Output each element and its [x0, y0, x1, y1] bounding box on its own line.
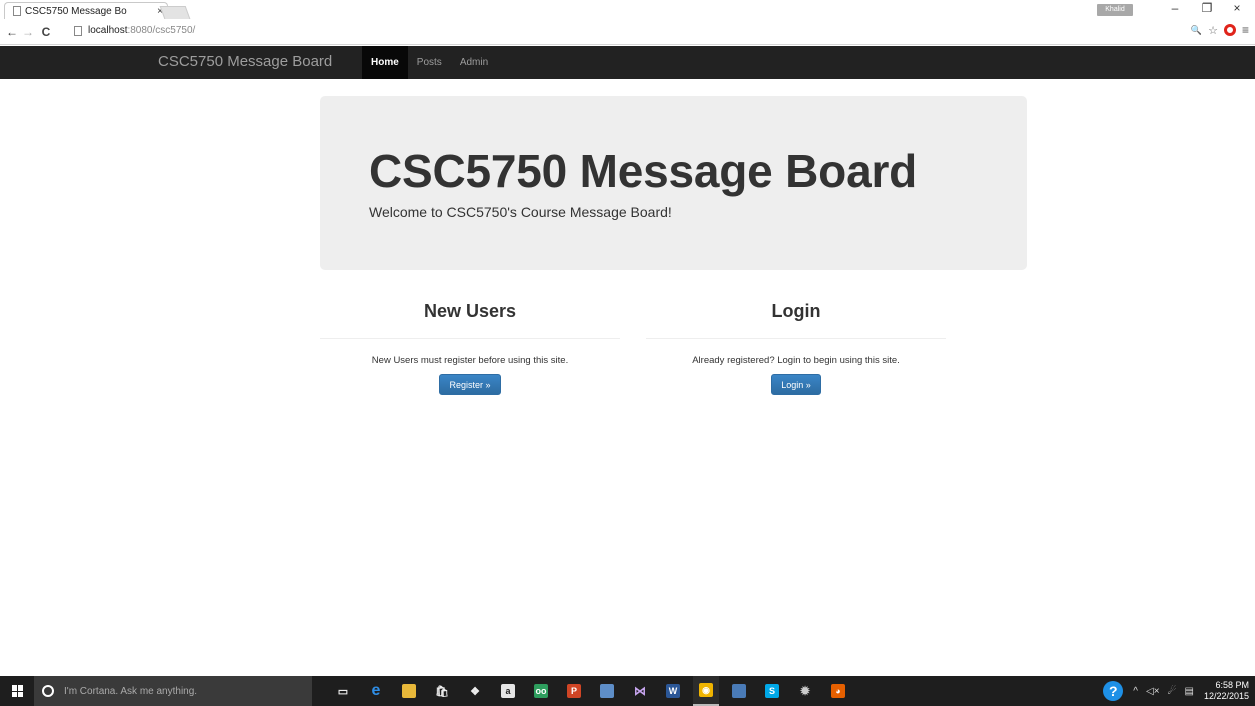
clock-time: 6:58 PM	[1215, 680, 1249, 690]
firefox-glyph: ◕	[831, 684, 845, 698]
store-glyph: 🛍	[435, 684, 449, 698]
page-info-icon[interactable]	[74, 25, 82, 36]
navbar-brand[interactable]: CSC5750 Message Board	[158, 53, 332, 70]
close-window-button[interactable]: ×	[1226, 1, 1248, 15]
chrome-glyph: ◉	[699, 683, 713, 697]
new-users-panel: New Users New Users must register before…	[320, 298, 620, 395]
address-bar[interactable]: localhost:8080/csc5750/	[74, 23, 1174, 38]
store-icon[interactable]: 🛍	[429, 676, 455, 706]
cortana-search-placeholder: I'm Cortana. Ask me anything.	[64, 685, 198, 697]
network-icon[interactable]: ☄	[1168, 686, 1177, 697]
windows-taskbar: I'm Cortana. Ask me anything. ▭ e 🛍 ❖ a oo P ⋈ W…	[0, 676, 1255, 706]
browser-tabstrip: CSC5750 Message Bo × Khalid – ❐ ×	[0, 0, 1255, 19]
forward-arrow-icon[interactable]: →	[20, 25, 36, 39]
url-path: :8080/csc5750/	[127, 25, 196, 36]
powerpoint-icon[interactable]: P	[561, 676, 587, 706]
visual-studio-icon[interactable]: ⋈	[627, 676, 653, 706]
page-subtitle: Welcome to CSC5750's Course Message Boar…	[369, 204, 672, 220]
ssms-icon[interactable]	[726, 676, 752, 706]
ssms-glyph	[732, 684, 746, 698]
tripadvisor-icon[interactable]: oo	[528, 676, 554, 706]
firefox-icon[interactable]: ◕	[825, 676, 851, 706]
system-tray: ? ^ ◁× ☄ ▤ 6:58 PM 12/22/2015	[1103, 676, 1255, 706]
settings-glyph: ✹	[798, 684, 812, 698]
chrome-menu-icon[interactable]: ≡	[1242, 23, 1249, 37]
tripadvisor-glyph: oo	[534, 684, 548, 698]
zoom-icon[interactable]: 🔍	[1191, 25, 1202, 36]
nav-posts[interactable]: Posts	[408, 46, 451, 79]
skype-glyph: S	[765, 684, 779, 698]
powerpoint-glyph: P	[567, 684, 581, 698]
task-view-icon[interactable]: ▭	[330, 676, 356, 706]
nav-home[interactable]: Home	[362, 46, 408, 79]
maximize-button[interactable]: ❐	[1196, 1, 1218, 15]
word-glyph: W	[666, 684, 680, 698]
task-view-glyph: ▭	[336, 684, 350, 698]
amazon-glyph: a	[501, 684, 515, 698]
back-arrow-icon[interactable]: ←	[4, 25, 20, 39]
browser-tab[interactable]: CSC5750 Message Bo ×	[4, 2, 168, 19]
nav-admin[interactable]: Admin	[451, 46, 497, 79]
browser-toolbar: ← → C localhost:8080/csc5750/ 🔍 ☆ ≡	[0, 19, 1255, 45]
login-text: Already registered? Login to begin using…	[692, 355, 900, 366]
opera-extension-icon[interactable]	[1223, 24, 1236, 36]
login-button[interactable]: Login »	[771, 374, 821, 395]
action-center-icon[interactable]: ▤	[1185, 686, 1194, 697]
page-icon	[13, 6, 21, 16]
visual-studio-glyph: ⋈	[633, 684, 647, 698]
site-navbar: CSC5750 Message Board Home Posts Admin	[0, 46, 1255, 79]
taskbar-clock[interactable]: 6:58 PM 12/22/2015	[1204, 680, 1249, 702]
login-panel: Login Already registered? Login to begin…	[646, 298, 946, 395]
photos-icon[interactable]	[594, 676, 620, 706]
skype-icon[interactable]: S	[759, 676, 785, 706]
settings-icon[interactable]: ✹	[792, 676, 818, 706]
help-icon[interactable]: ?	[1103, 681, 1124, 701]
chrome-icon[interactable]: ◉	[693, 676, 719, 706]
amazon-icon[interactable]: a	[495, 676, 521, 706]
new-users-text: New Users must register before using thi…	[371, 355, 569, 366]
new-tab-button[interactable]	[159, 6, 191, 19]
volume-muted-icon[interactable]: ◁×	[1146, 686, 1160, 697]
dropbox-glyph: ❖	[468, 684, 482, 698]
file-explorer-glyph	[402, 684, 416, 698]
show-hidden-icons-icon[interactable]: ^	[1133, 686, 1138, 697]
login-heading: Login	[771, 301, 821, 321]
dropbox-icon[interactable]: ❖	[462, 676, 488, 706]
edge-glyph: e	[369, 682, 383, 699]
taskbar-apps: ▭ e 🛍 ❖ a oo P ⋈ W ◉ S ✹ ◕	[330, 676, 858, 706]
toolbar-actions: 🔍 ☆ ≡	[1191, 23, 1249, 37]
clock-date: 12/22/2015	[1203, 691, 1249, 701]
photos-glyph	[600, 684, 614, 698]
windows-start-icon[interactable]	[12, 685, 24, 697]
register-button[interactable]: Register »	[439, 374, 501, 395]
profile-badge[interactable]: Khalid	[1097, 4, 1133, 16]
divider	[320, 338, 620, 339]
page-title: CSC5750 Message Board	[369, 145, 918, 197]
cortana-icon	[42, 685, 54, 697]
word-icon[interactable]: W	[660, 676, 686, 706]
tab-title: CSC5750 Message Bo	[25, 5, 127, 17]
jumbotron: CSC5750 Message Board Welcome to CSC5750…	[320, 96, 1027, 270]
file-explorer-icon[interactable]	[396, 676, 422, 706]
reload-icon[interactable]: C	[38, 25, 54, 39]
new-users-heading: New Users	[423, 301, 517, 321]
cortana-search-box[interactable]: I'm Cortana. Ask me anything.	[34, 676, 312, 706]
url-host: localhost	[88, 25, 128, 36]
divider	[646, 338, 946, 339]
edge-icon[interactable]: e	[363, 676, 389, 706]
nav-links: Home Posts Admin	[362, 46, 497, 79]
minimize-button[interactable]: –	[1164, 1, 1186, 15]
bookmark-star-icon[interactable]: ☆	[1208, 24, 1218, 37]
